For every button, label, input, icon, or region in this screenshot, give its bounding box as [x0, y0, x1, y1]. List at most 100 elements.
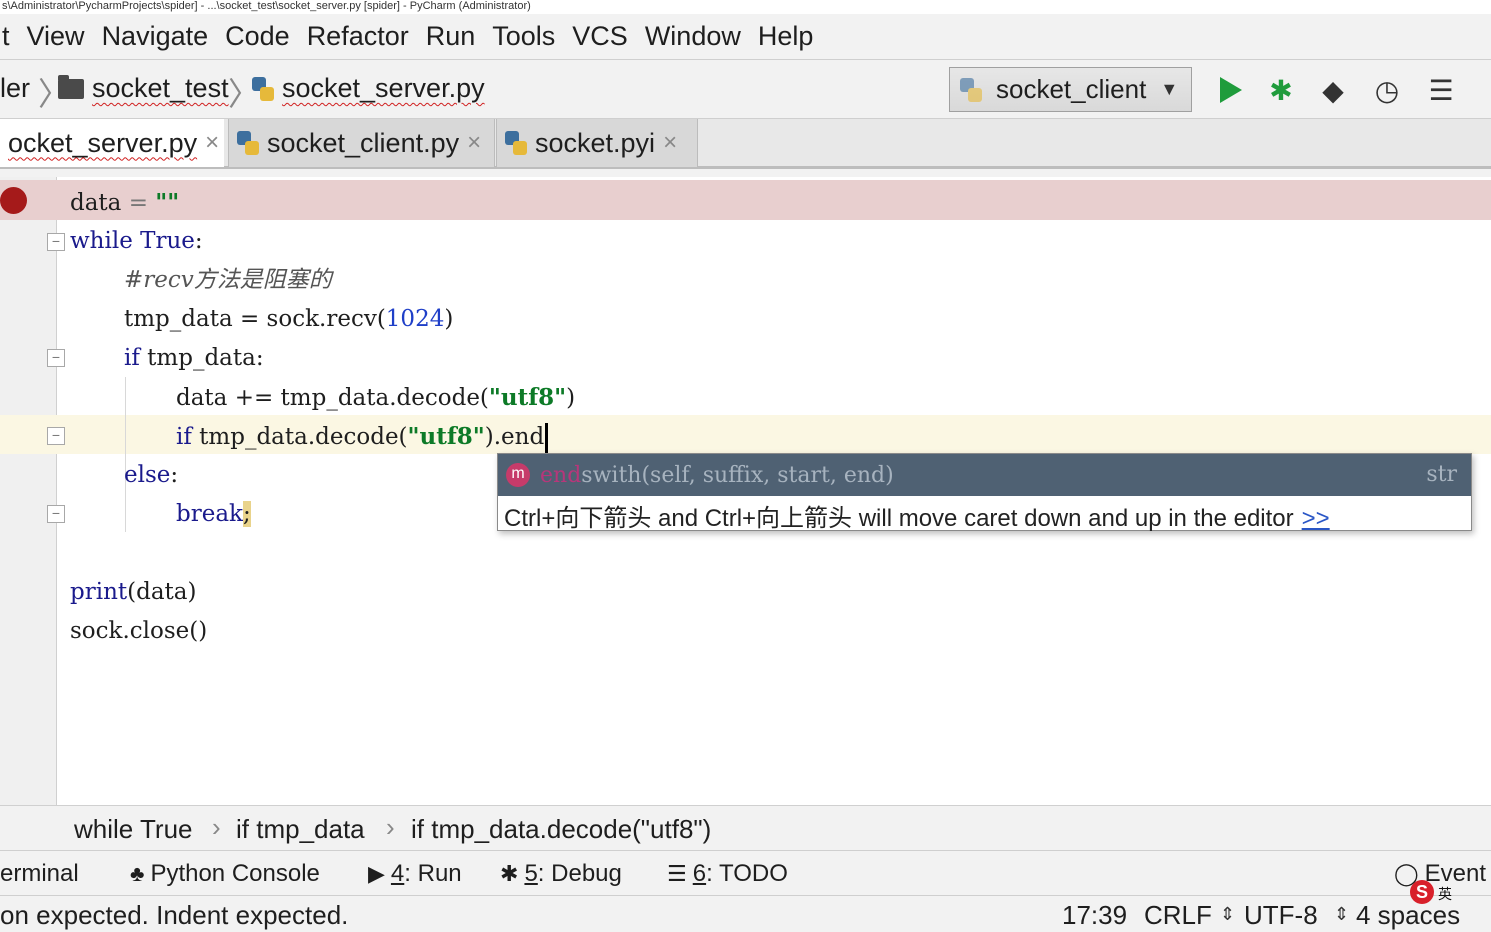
code-breadcrumb-item[interactable]: if tmp_data.decode("utf8") — [411, 814, 711, 845]
completion-popup: m end swith(self, suffix, start, end) str… — [497, 453, 1472, 532]
breakpoint-line-highlight — [57, 180, 1491, 220]
indent-guide — [125, 377, 126, 532]
code-line-3: #recv方法是阻塞的 — [124, 261, 332, 300]
status-caret-position[interactable]: 17:39 — [1062, 900, 1127, 931]
ime-language[interactable]: 英 — [1438, 884, 1452, 904]
code-token: : — [194, 228, 203, 254]
fold-toggle-icon[interactable]: − — [47, 427, 65, 445]
concurrency-icon[interactable]: ☰ — [1426, 75, 1456, 106]
code-line-5: if tmp_data: — [124, 339, 264, 378]
code-line-1: data = "" — [70, 183, 179, 222]
code-token: 1024 — [385, 306, 445, 332]
menu-help[interactable]: Help — [758, 21, 814, 52]
code-token: if — [124, 345, 140, 371]
code-token: ).end — [484, 424, 545, 450]
coverage-icon[interactable]: ◆ — [1318, 75, 1348, 106]
updown-arrow-icon: ⇕ — [1220, 904, 1236, 924]
python-file-icon — [505, 131, 527, 155]
tool-window-todo[interactable]: ☰ 6: TODO — [667, 860, 788, 888]
nav-crumb-file[interactable]: socket_server.py — [252, 73, 485, 104]
menu-code[interactable]: Code — [225, 21, 290, 52]
code-token: data += tmp_data.decode( — [176, 385, 489, 411]
menu-vcs[interactable]: VCS — [572, 21, 628, 52]
menu-window[interactable]: Window — [645, 21, 741, 52]
tool-window-label: Python Console — [150, 860, 320, 887]
menu-navigate[interactable]: Navigate — [102, 21, 209, 52]
status-message: on expected. Indent expected. — [0, 900, 349, 930]
code-token: else — [124, 462, 171, 488]
python-icon — [960, 77, 982, 102]
code-token: print — [70, 579, 128, 605]
menu-tools[interactable]: Tools — [492, 21, 555, 52]
python-icon: ♣ — [130, 861, 145, 886]
code-comment: #recv方法是阻塞的 — [124, 267, 332, 293]
editor-gutter[interactable] — [0, 177, 57, 805]
menu-bar: t View Navigate Code Refactor Run Tools … — [0, 14, 1491, 60]
chevron-right-icon: › — [212, 812, 221, 842]
profile-icon[interactable]: ◷ — [1372, 75, 1402, 106]
window-title: s\Administrator\PycharmProjects\spider] … — [0, 0, 1491, 14]
breakpoint-icon[interactable] — [0, 187, 27, 214]
code-token: ) — [444, 306, 454, 332]
tab-socket-pyi[interactable]: socket.pyi × — [496, 119, 698, 167]
code-line-11: sock.close() — [70, 612, 207, 651]
close-icon[interactable]: × — [467, 129, 481, 157]
menu-edit[interactable]: t — [2, 21, 10, 52]
tool-window-label: : Debug — [537, 860, 622, 887]
completion-hint-text: Ctrl+向下箭头 and Ctrl+向上箭头 will move caret … — [504, 505, 1294, 532]
tool-window-label: : TODO — [706, 860, 788, 887]
menu-view[interactable]: View — [27, 21, 85, 52]
code-line-2: while True: — [70, 222, 203, 261]
status-line-separator[interactable]: CRLF — [1144, 900, 1212, 931]
run-icon[interactable] — [1216, 75, 1246, 105]
code-token: ) — [566, 385, 576, 411]
run-configuration-select[interactable]: socket_client ▼ — [949, 67, 1192, 112]
status-encoding[interactable]: UTF-8 — [1244, 900, 1318, 931]
code-token: "utf8" — [407, 423, 485, 450]
tool-window-run[interactable]: ▶ 4: Run — [368, 860, 462, 888]
code-line-4: tmp_data = sock.recv(1024) — [124, 300, 453, 339]
close-icon[interactable]: × — [663, 129, 677, 157]
completion-item[interactable]: m end swith(self, suffix, start, end) str — [498, 454, 1471, 496]
debug-icon[interactable]: ✱ — [1266, 75, 1296, 106]
tool-window-shortcut: 4 — [390, 860, 405, 887]
tab-socket-client[interactable]: socket_client.py × — [228, 119, 495, 167]
code-line-9: break; — [176, 495, 251, 534]
tab-label: socket_client.py — [267, 127, 460, 158]
code-token: while — [70, 228, 133, 254]
code-token: data — [70, 190, 122, 216]
fold-toggle-icon[interactable]: − — [47, 505, 65, 523]
completion-hint-link[interactable]: >> — [1302, 505, 1330, 532]
nav-crumb-folder[interactable]: socket_test — [58, 73, 229, 104]
tab-socket-server[interactable]: ocket_server.py × — [0, 119, 224, 167]
code-token: : — [170, 462, 179, 488]
code-breadcrumbs: while True › if tmp_data › if tmp_data.d… — [0, 805, 1491, 851]
list-icon: ☰ — [667, 861, 687, 886]
code-token: break — [176, 501, 243, 527]
nav-crumb-folder-label: socket_test — [92, 73, 229, 103]
code-token: tmp_data = sock.recv( — [124, 306, 386, 332]
code-breadcrumb-item[interactable]: while True — [74, 814, 193, 845]
tool-window-label: erminal — [0, 860, 79, 887]
python-file-icon — [252, 76, 274, 101]
completion-type: str — [1426, 462, 1457, 487]
status-indent[interactable]: 4 spaces — [1356, 900, 1460, 931]
fold-toggle-icon[interactable]: − — [47, 349, 65, 367]
code-line-6: data += tmp_data.decode("utf8") — [176, 378, 575, 417]
tool-window-debug[interactable]: ✱ 5: Debug — [500, 860, 622, 888]
code-token: = — [121, 190, 156, 216]
nav-crumb-root[interactable]: ler — [0, 73, 30, 104]
tool-window-python-console[interactable]: ♣ Python Console — [130, 860, 320, 888]
tool-window-bar: erminal ♣ Python Console ▶ 4: Run ✱ 5: D… — [0, 851, 1491, 896]
menu-refactor[interactable]: Refactor — [307, 21, 409, 52]
code-breadcrumb-item[interactable]: if tmp_data — [236, 814, 365, 845]
close-icon[interactable]: × — [205, 129, 219, 157]
menu-run[interactable]: Run — [426, 21, 476, 52]
status-bar: on expected. Indent expected. 17:39 CRLF… — [0, 896, 1491, 932]
navigation-bar: ler 〉 socket_test 〉 socket_server.py soc… — [0, 61, 1491, 119]
fold-toggle-icon[interactable]: − — [47, 233, 65, 251]
code-token: ; — [242, 501, 251, 527]
tool-window-label: Event — [1424, 860, 1486, 887]
ime-logo-icon[interactable]: S — [1410, 880, 1434, 904]
tool-window-terminal[interactable]: erminal — [0, 860, 79, 888]
